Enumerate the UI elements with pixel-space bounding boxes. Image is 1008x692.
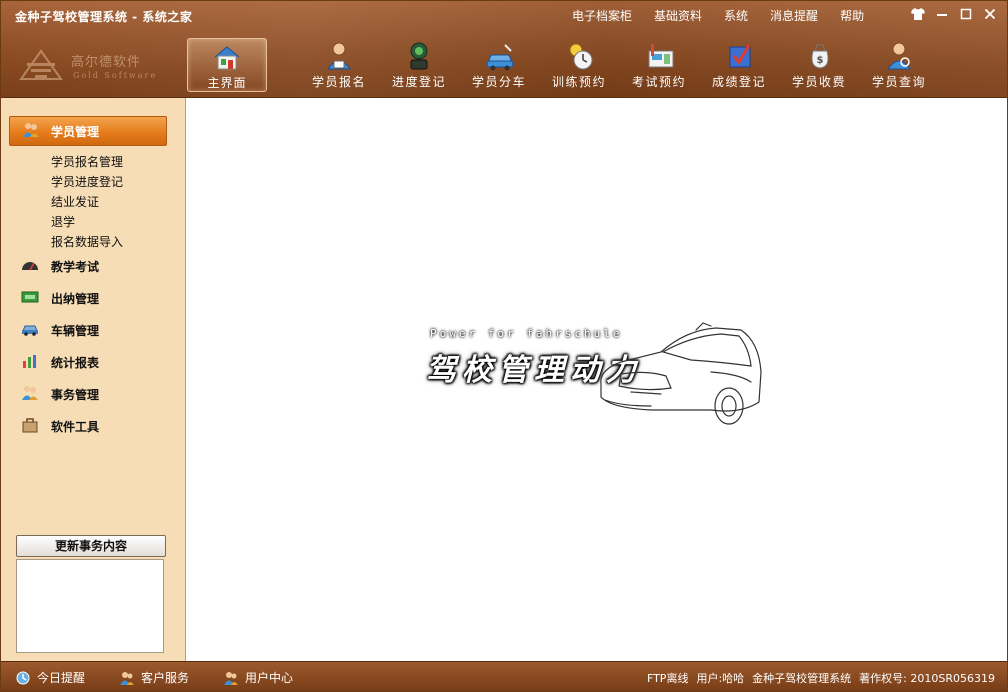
reminder-icon <box>16 671 30 684</box>
people-icon <box>23 123 39 137</box>
car-icon <box>22 325 38 336</box>
maximize-icon[interactable] <box>957 5 975 23</box>
menu-system[interactable]: 系统 <box>713 7 759 25</box>
sidebar-item-statistics[interactable]: 统计报表 <box>21 351 171 373</box>
submenu-progress-register[interactable]: 学员进度登记 <box>51 172 123 192</box>
close-icon[interactable] <box>981 5 999 23</box>
toolbar-label: 训练预约 <box>551 75 606 89</box>
submenu-withdraw[interactable]: 退学 <box>51 212 123 232</box>
toolbar-exam-booking[interactable]: 考试预约 <box>619 41 699 91</box>
toolbar-vehicle-assign[interactable]: 学员分车 <box>459 41 539 91</box>
toolbar-training-booking[interactable]: 训练预约 <box>539 41 619 91</box>
menu-help[interactable]: 帮助 <box>829 7 875 25</box>
toolbar-label: 学员查询 <box>871 75 926 89</box>
toolbox-icon <box>22 418 38 433</box>
menu-basic-data[interactable]: 基础资料 <box>643 7 713 25</box>
toolbar-label: 成绩登记 <box>711 75 766 89</box>
sidebar-item-teaching-exam[interactable]: 教学考试 <box>21 255 171 277</box>
sidebar-item-cashier[interactable]: 出纳管理 <box>21 287 171 309</box>
student-search-icon <box>887 42 911 70</box>
toolbar-student-registration[interactable]: 学员报名 <box>299 41 379 91</box>
header-bar: 金种子驾校管理系统 - 系统之家 电子档案柜 基础资料 系统 消息提醒 帮助 高… <box>1 1 1007 98</box>
student-submenu: 学员报名管理 学员进度登记 结业发证 退学 报名数据导入 <box>51 152 123 252</box>
home-icon <box>214 46 240 70</box>
window-title: 金种子驾校管理系统 - 系统之家 <box>15 10 193 24</box>
score-register-icon <box>729 44 751 68</box>
logo-subtitle: Gold Software <box>73 71 158 80</box>
home-button[interactable]: 主界面 <box>187 38 267 92</box>
menu-message-reminder[interactable]: 消息提醒 <box>759 7 829 25</box>
toolbar-fee-collection[interactable]: $ 学员收费 <box>779 41 859 91</box>
copyright-number: 著作权号: 2010SR056319 <box>859 672 995 685</box>
update-affairs-button[interactable]: 更新事务内容 <box>16 535 166 557</box>
sidebar-item-label: 事务管理 <box>51 388 100 402</box>
status-info: FTP离线 用户:哈哈 金种子驾校管理系统 著作权号: 2010SR056319 <box>647 670 995 686</box>
today-reminder-link[interactable]: 今日提醒 <box>15 669 85 686</box>
sidebar-item-tools[interactable]: 软件工具 <box>21 415 171 437</box>
user-label: 用户: <box>696 672 723 685</box>
user-info: 用户:哈哈 <box>696 670 744 686</box>
main-toolbar: 学员报名 进度登记 学员分车 训练预约 考试预约 成绩登记 $ 学员收费 学员查… <box>299 41 939 91</box>
sidebar-item-vehicle[interactable]: 车辆管理 <box>21 319 171 341</box>
minimize-icon[interactable] <box>933 5 951 23</box>
fee-collection-icon: $ <box>811 44 829 69</box>
today-reminder-label: 今日提醒 <box>37 671 86 685</box>
user-center-label: 用户中心 <box>245 671 294 685</box>
app-window: 金种子驾校管理系统 - 系统之家 电子档案柜 基础资料 系统 消息提醒 帮助 高… <box>0 0 1008 692</box>
people-icon <box>22 386 38 400</box>
cash-icon <box>21 291 39 303</box>
logo-name: 高尔德软件 <box>71 55 142 70</box>
car-sketch-icon <box>600 322 762 425</box>
sidebar-item-label: 车辆管理 <box>51 324 100 338</box>
toolbar-progress-register[interactable]: 进度登记 <box>379 41 459 91</box>
sidebar: 学员管理 学员报名管理 学员进度登记 结业发证 退学 报名数据导入 教学考试 出… <box>1 98 186 661</box>
top-menu: 电子档案柜 基础资料 系统 消息提醒 帮助 <box>561 7 875 25</box>
home-button-label: 主界面 <box>207 76 247 90</box>
skin-icon[interactable] <box>909 5 927 23</box>
toolbar-label: 进度登记 <box>391 75 446 89</box>
sidebar-item-label: 统计报表 <box>51 356 100 370</box>
ftp-status: FTP离线 <box>646 672 689 685</box>
product-name: 金种子驾校管理系统 <box>752 672 852 685</box>
exam-booking-icon <box>648 44 674 68</box>
toolbar-student-search[interactable]: 学员查询 <box>859 41 939 91</box>
toolbar-label: 考试预约 <box>631 75 686 89</box>
sidebar-item-label: 出纳管理 <box>51 292 100 306</box>
user-center-icon <box>224 671 238 685</box>
submenu-registration-management[interactable]: 学员报名管理 <box>51 152 123 172</box>
sidebar-item-label: 教学考试 <box>51 260 100 274</box>
student-registration-icon <box>327 42 351 70</box>
logo-emblem-icon <box>19 49 63 80</box>
svg-text:$: $ <box>817 55 824 66</box>
menu-archive-cabinet[interactable]: 电子档案柜 <box>561 7 643 25</box>
affairs-content-box[interactable] <box>16 559 164 653</box>
training-booking-icon <box>569 43 593 70</box>
main-content: Power for fahrschule 驾校管理动力 <box>186 98 1007 661</box>
company-logo: 高尔德软件 Gold Software <box>19 49 169 85</box>
customer-service-icon <box>120 671 134 685</box>
toolbar-label: 学员报名 <box>311 75 366 89</box>
progress-register-icon <box>410 42 428 70</box>
speedometer-icon <box>22 262 38 271</box>
bar-chart-icon <box>23 355 36 368</box>
submenu-registration-import[interactable]: 报名数据导入 <box>51 232 123 252</box>
toolbar-label: 学员分车 <box>471 75 526 89</box>
submenu-graduation-certificate[interactable]: 结业发证 <box>51 192 123 212</box>
toolbar-score-register[interactable]: 成绩登记 <box>699 41 779 91</box>
vehicle-assign-icon <box>486 44 514 71</box>
status-bar: 今日提醒 客户服务 用户中心 FTP离线 用户:哈哈 金种子驾校管理系统 著作权… <box>1 661 1007 691</box>
user-name: 哈哈 <box>722 672 745 685</box>
customer-service-label: 客户服务 <box>141 671 190 685</box>
sidebar-item-label: 软件工具 <box>51 420 100 434</box>
sidebar-item-affairs[interactable]: 事务管理 <box>21 383 171 405</box>
toolbar-label: 学员收费 <box>791 75 846 89</box>
sidebar-item-student-management[interactable]: 学员管理 <box>9 116 167 146</box>
user-center-link[interactable]: 用户中心 <box>223 669 293 686</box>
sidebar-active-label: 学员管理 <box>51 125 100 139</box>
customer-service-link[interactable]: 客户服务 <box>119 669 189 686</box>
window-controls <box>909 5 999 23</box>
